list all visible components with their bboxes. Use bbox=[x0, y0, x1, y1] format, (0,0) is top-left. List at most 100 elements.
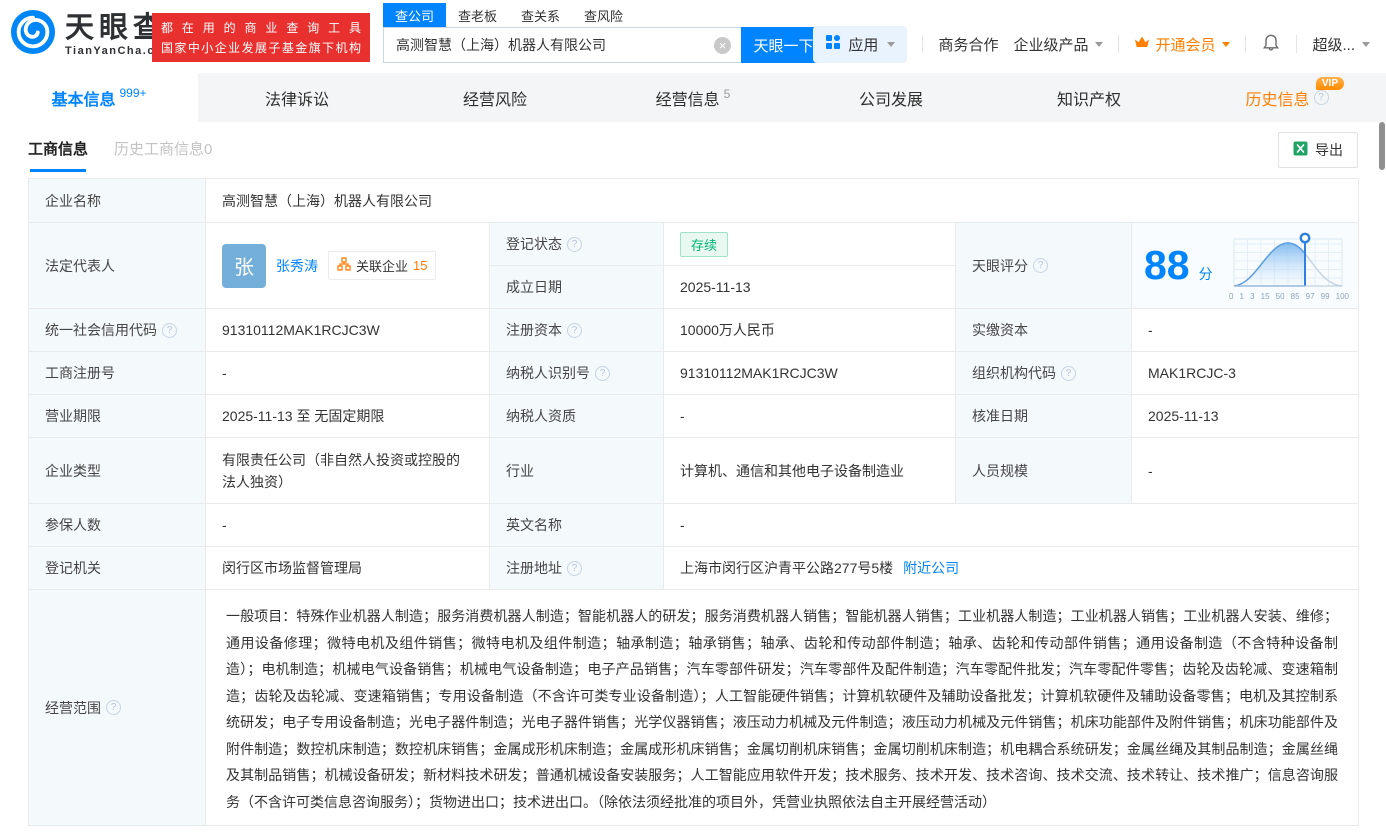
apps-label: 应用 bbox=[848, 36, 879, 54]
help-icon[interactable] bbox=[106, 700, 121, 715]
subtab-row: 工商信息 历史工商信息0 导出 bbox=[28, 122, 1358, 178]
help-icon[interactable] bbox=[567, 236, 582, 252]
tab-label: 知识产权 bbox=[1056, 91, 1121, 109]
score-cell: 88 分 0 1 3 15 50 85 97 99 100 bbox=[1132, 223, 1359, 309]
bell-icon bbox=[1261, 32, 1281, 56]
tab-basic-info[interactable]: 基本信息 999+ bbox=[0, 73, 198, 122]
tianyancha-company-page: 天眼查 TianYanCha.com 都在用的商业查询工具 国家中小企业发展子基… bbox=[0, 0, 1386, 840]
vip-badge: VIP bbox=[1315, 77, 1344, 90]
company-type-label: 企业类型 bbox=[29, 438, 206, 504]
org-code-value: MAK1RCJC-3 bbox=[1132, 352, 1359, 395]
reg-capital-label: 注册资本 bbox=[490, 309, 664, 352]
notifications-bell[interactable] bbox=[1261, 32, 1281, 56]
nav-open-vip[interactable]: 开通会员 bbox=[1134, 34, 1231, 55]
clear-icon[interactable] bbox=[714, 36, 731, 54]
score-value: 88 bbox=[1144, 242, 1190, 288]
address-text: 上海市闵行区沪青平公路277号5楼 bbox=[680, 560, 894, 576]
reg-status-label: 登记状态 bbox=[490, 223, 664, 266]
export-button[interactable]: 导出 bbox=[1278, 132, 1358, 168]
crown-icon bbox=[1134, 35, 1150, 53]
tab-company-development[interactable]: 公司发展 bbox=[792, 73, 990, 122]
nearby-companies-link[interactable]: 附近公司 bbox=[903, 558, 959, 578]
top-nav: 应用 商务合作 企业级产品 开通会员 超级... bbox=[813, 25, 1370, 63]
apps-grid-icon bbox=[825, 34, 841, 54]
paid-capital-label: 实缴资本 bbox=[956, 309, 1132, 352]
export-label: 导出 bbox=[1315, 142, 1343, 158]
enterprise-label: 企业级产品 bbox=[1013, 36, 1089, 54]
help-icon[interactable] bbox=[1061, 365, 1076, 381]
tab-count: 999+ bbox=[119, 85, 147, 100]
tab-operating-info[interactable]: 经营信息 5 bbox=[594, 73, 792, 122]
avatar[interactable]: 张 bbox=[222, 243, 266, 288]
chevron-down-icon bbox=[1222, 41, 1231, 47]
reg-status-value: 存续 bbox=[664, 223, 956, 266]
industry-label: 行业 bbox=[490, 438, 664, 504]
legal-rep-cell: 张 张秀涛 关联企业 15 bbox=[206, 223, 490, 309]
reg-number-value: - bbox=[206, 352, 490, 395]
search-tab-boss[interactable]: 查老板 bbox=[446, 3, 509, 29]
apps-menu[interactable]: 应用 bbox=[813, 25, 908, 63]
score-label: 天眼评分 bbox=[956, 223, 1132, 309]
nav-super-vip[interactable]: 超级... bbox=[1312, 34, 1370, 55]
related-count: 15 bbox=[413, 258, 428, 273]
search-box bbox=[383, 27, 741, 63]
banner-line2: 国家中小企业发展子基金旗下机构 bbox=[161, 40, 361, 55]
business-info-table: 企业名称 高测智慧（上海）机器人有限公司 法定代表人 张 张秀涛 关联企业 15… bbox=[28, 178, 1359, 826]
legal-rep-link[interactable]: 张秀涛 bbox=[276, 256, 318, 276]
nav-business-cooperation[interactable]: 商务合作 bbox=[938, 34, 998, 55]
tab-history-info[interactable]: 历史信息 VIP bbox=[1188, 73, 1386, 122]
staff-size-value: - bbox=[1132, 438, 1359, 504]
subtab-history-business-info[interactable]: 历史工商信息0 bbox=[114, 138, 212, 159]
help-icon[interactable] bbox=[162, 322, 177, 338]
address-value: 上海市闵行区沪青平公路277号5楼 附近公司 bbox=[664, 547, 1359, 590]
tab-label: 经营信息 bbox=[655, 91, 720, 109]
tab-operating-risk[interactable]: 经营风险 bbox=[396, 73, 594, 122]
approval-date-label: 核准日期 bbox=[956, 395, 1132, 438]
help-icon[interactable] bbox=[1033, 258, 1048, 273]
business-scope-value: 一般项目：特殊作业机器人制造；服务消费机器人制造；智能机器人的研发；服务消费机器… bbox=[206, 590, 1359, 826]
main-tab-bar: 基本信息 999+ 法律诉讼 经营风险 经营信息 5 公司发展 知识产权 历史信… bbox=[0, 73, 1386, 122]
tianyancha-logo-icon bbox=[10, 9, 56, 60]
staff-size-label: 人员规模 bbox=[956, 438, 1132, 504]
brand-logo[interactable]: 天眼查 TianYanCha.com bbox=[10, 9, 174, 60]
taxpayer-id-label: 纳税人识别号 bbox=[490, 352, 664, 395]
help-icon[interactable] bbox=[567, 322, 582, 338]
business-term-value: 2025-11-13 至 无固定期限 bbox=[206, 395, 490, 438]
nav-enterprise-products[interactable]: 企业级产品 bbox=[1013, 34, 1104, 55]
credit-code-value: 91310112MAK1RCJC3W bbox=[206, 309, 490, 352]
divider bbox=[1118, 35, 1120, 53]
search-input[interactable] bbox=[396, 37, 714, 53]
help-icon[interactable] bbox=[1313, 90, 1329, 105]
tab-count: 5 bbox=[723, 86, 731, 101]
chevron-down-icon bbox=[1095, 41, 1104, 47]
search-tab-relation[interactable]: 查关系 bbox=[509, 3, 572, 29]
search-tab-company[interactable]: 查公司 bbox=[383, 3, 447, 29]
company-name-label: 企业名称 bbox=[29, 179, 206, 223]
business-scope-label: 经营范围 bbox=[29, 590, 206, 826]
reg-capital-value: 10000万人民币 bbox=[664, 309, 956, 352]
english-name-value: - bbox=[664, 504, 1359, 547]
reg-authority-label: 登记机关 bbox=[29, 547, 206, 590]
tab-legal-proceedings[interactable]: 法律诉讼 bbox=[198, 73, 396, 122]
org-code-label: 组织机构代码 bbox=[956, 352, 1132, 395]
company-name-value: 高测智慧（上海）机器人有限公司 bbox=[206, 179, 1359, 223]
search-tab-risk[interactable]: 查风险 bbox=[572, 3, 635, 29]
chevron-down-icon bbox=[1362, 41, 1370, 47]
related-companies-icon bbox=[337, 257, 351, 274]
credit-code-label: 统一社会信用代码 bbox=[29, 309, 206, 352]
tab-label: 公司发展 bbox=[858, 91, 923, 109]
business-term-label: 营业期限 bbox=[29, 395, 206, 438]
legal-rep-label: 法定代表人 bbox=[29, 223, 206, 309]
established-label: 成立日期 bbox=[490, 266, 664, 309]
taxpayer-quality-value: - bbox=[664, 395, 956, 438]
subtab-business-info[interactable]: 工商信息 bbox=[28, 138, 88, 172]
tab-intellectual-property[interactable]: 知识产权 bbox=[990, 73, 1188, 122]
related-label: 关联企业 bbox=[356, 259, 409, 274]
approval-date-value: 2025-11-13 bbox=[1132, 395, 1359, 438]
scrollbar-thumb[interactable] bbox=[1379, 122, 1385, 170]
related-companies-badge[interactable]: 关联企业 15 bbox=[328, 251, 437, 280]
reg-authority-value: 闵行区市场监督管理局 bbox=[206, 547, 490, 590]
established-value: 2025-11-13 bbox=[664, 266, 956, 309]
help-icon[interactable] bbox=[595, 365, 610, 381]
help-icon[interactable] bbox=[567, 560, 582, 576]
